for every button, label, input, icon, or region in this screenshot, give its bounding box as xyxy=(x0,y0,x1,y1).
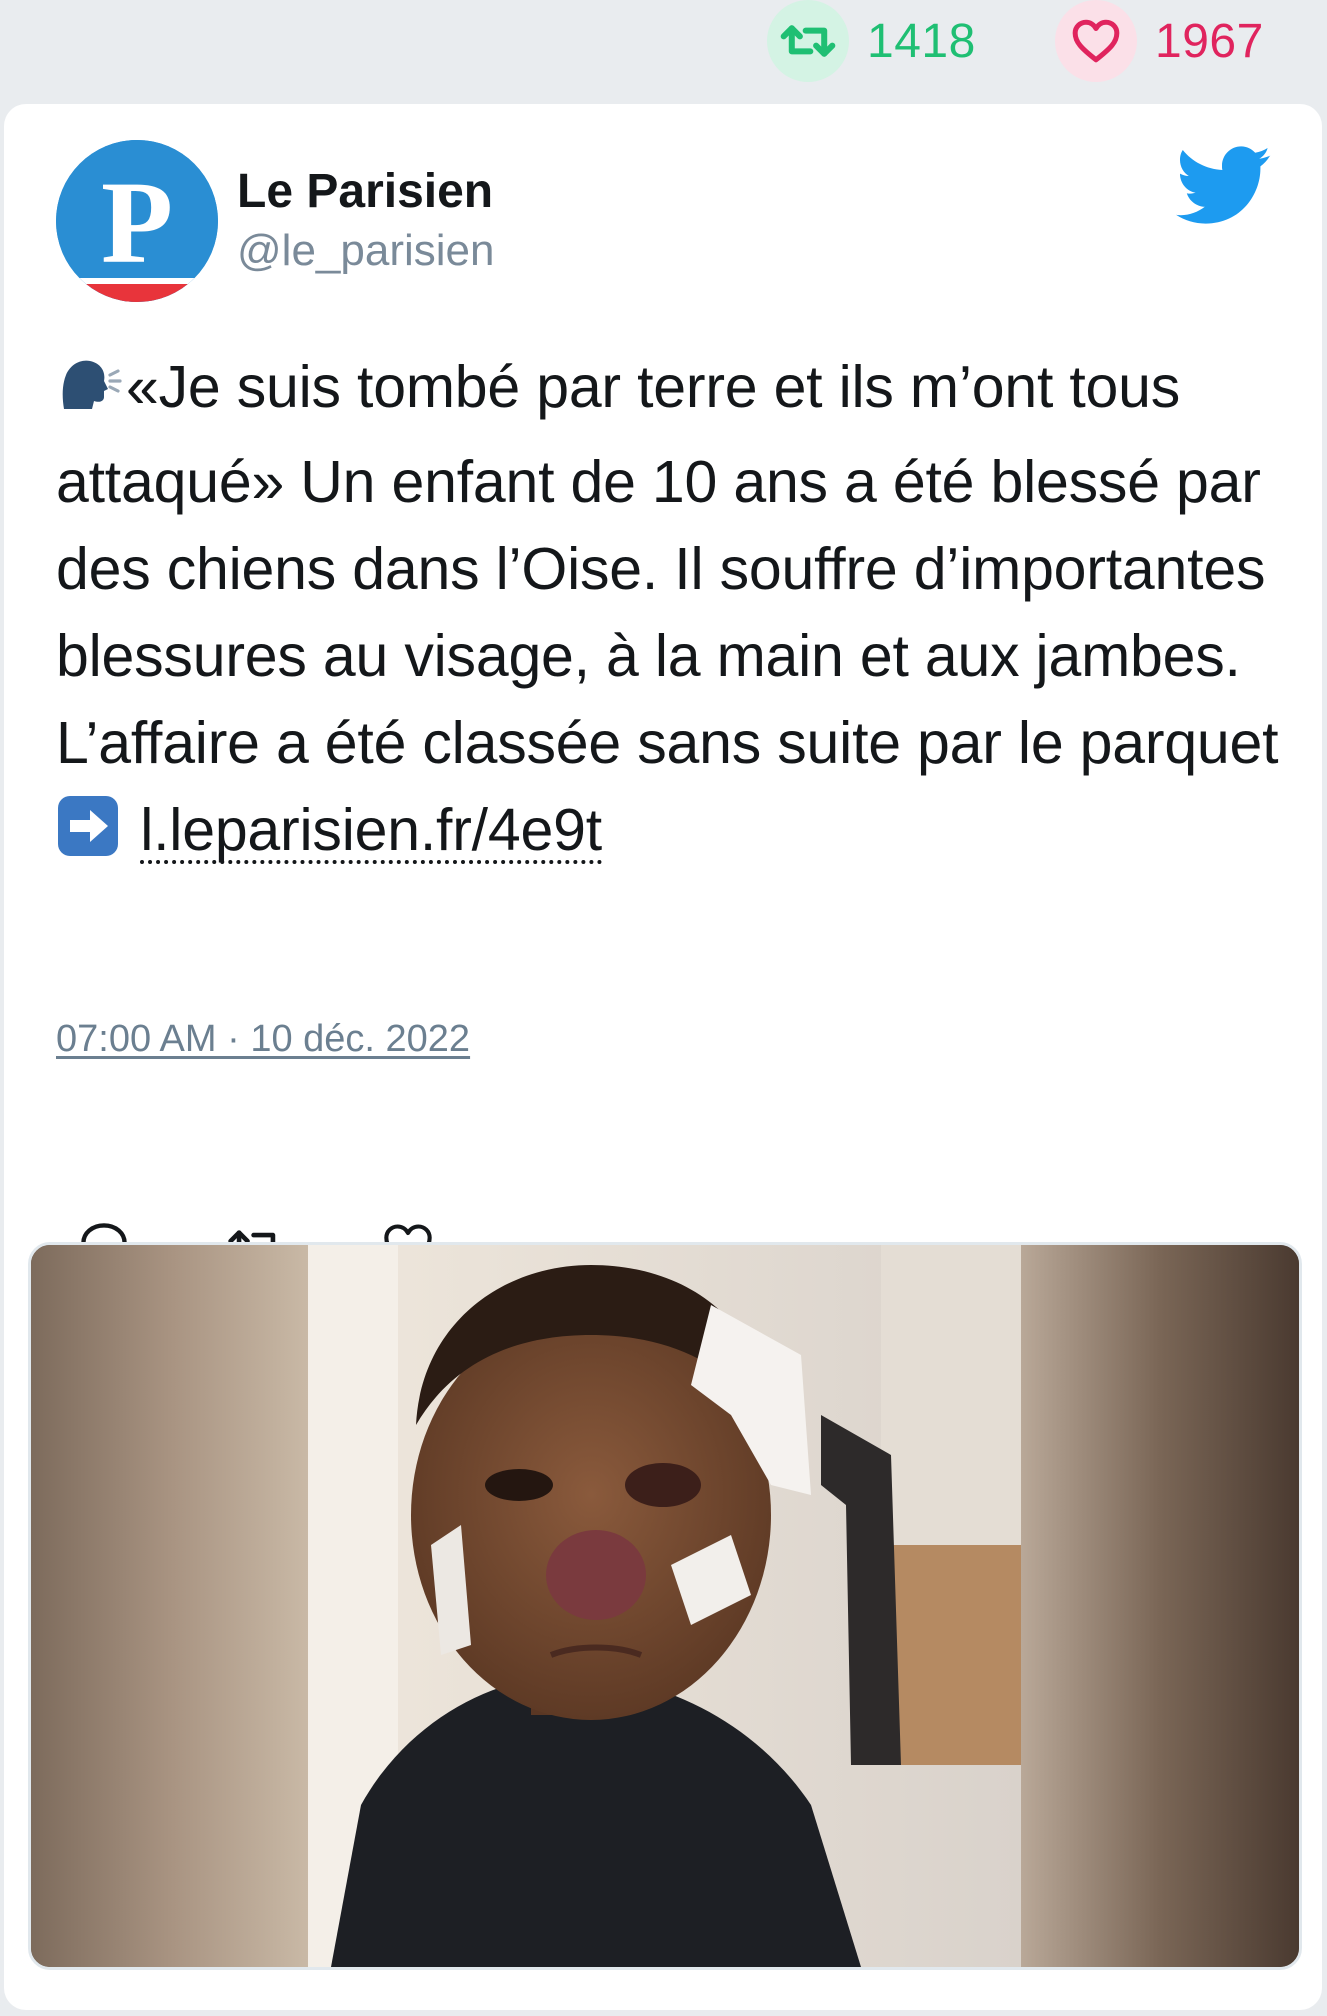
like-stat: 1967 xyxy=(1055,0,1264,82)
twitter-bird-icon[interactable] xyxy=(1176,146,1272,231)
retweet-stat: 1418 xyxy=(767,0,976,82)
tweet-text: «Je suis tombé par terre et ils m’ont to… xyxy=(56,344,1286,882)
like-count: 1967 xyxy=(1155,14,1264,68)
heart-icon xyxy=(1055,0,1137,82)
speaking-head-emoji xyxy=(56,352,122,439)
svg-text:P: P xyxy=(101,157,173,288)
retweet-icon xyxy=(767,0,849,82)
tweet-media-image[interactable] xyxy=(28,1242,1302,1970)
right-arrow-emoji xyxy=(56,794,120,882)
avatar[interactable]: P xyxy=(56,140,218,302)
retweet-count: 1418 xyxy=(867,14,976,68)
tweet-timestamp[interactable]: 07:00 AM · 10 déc. 2022 xyxy=(56,1018,470,1061)
user-name[interactable]: Le Parisien xyxy=(237,164,493,219)
tweet-link[interactable]: l.leparisien.fr/4e9t xyxy=(140,800,602,864)
user-handle[interactable]: @le_parisien xyxy=(237,226,494,276)
stats-bar: 1418 1967 xyxy=(0,0,1327,100)
tweet-body: «Je suis tombé par terre et ils m’ont to… xyxy=(56,354,1279,776)
tweet-card: P Le Parisien @le_parisien «Je suis tomb… xyxy=(4,104,1322,2010)
